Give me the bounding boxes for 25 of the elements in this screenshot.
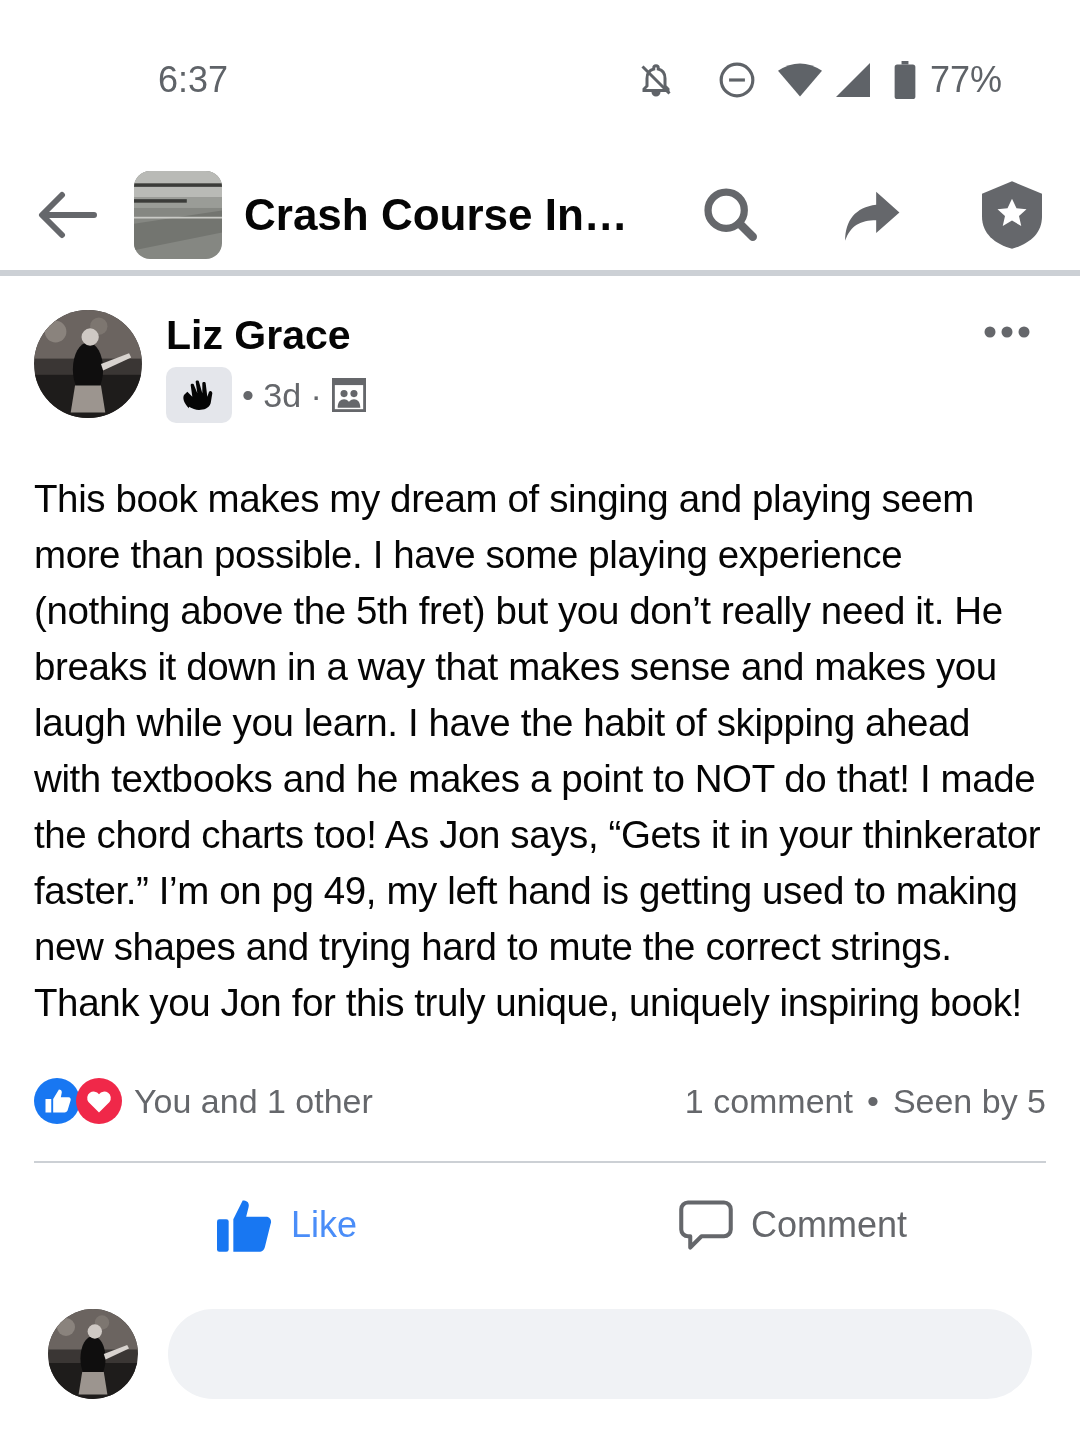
group-audience-icon: [331, 378, 366, 412]
battery-icon: [893, 61, 916, 99]
seen-count[interactable]: Seen by 5: [892, 1081, 1046, 1121]
group-title[interactable]: Crash Course In…: [244, 190, 702, 240]
search-icon[interactable]: [702, 186, 760, 244]
back-arrow-icon[interactable]: [38, 190, 98, 240]
signal-icon: [835, 63, 870, 97]
clock-time: 6:37: [158, 59, 229, 101]
reaction-summary[interactable]: You and 1 other: [134, 1081, 685, 1121]
like-reaction-icon: [34, 1078, 80, 1124]
shield-star-icon[interactable]: [982, 181, 1042, 249]
post-time: • 3d ·: [242, 375, 322, 415]
do-not-disturb-icon: [717, 61, 756, 99]
speech-bubble-icon: [678, 1198, 733, 1252]
thumbs-up-icon: [216, 1198, 273, 1252]
wifi-icon: [777, 63, 822, 97]
like-button[interactable]: Like: [34, 1163, 540, 1287]
more-options-icon[interactable]: [984, 326, 1030, 338]
battery-percent: 77%: [929, 59, 1002, 101]
separator-dot: •: [866, 1081, 879, 1121]
post-text: This book makes my dream of singing and playing seem more than possible. I have some playing experience (nothing above the 5th fret) but you don’t really need it. He breaks it down in a way that makes sense and makes you laugh while you learn. I have the habit of skipping ahead with textbooks and he makes a point to NOT do that! I made the chord charts too! As Jon says, “Gets it in your thinkerator faster.” I’m on pg 49, my left hand is getting used to making new shapes and trying hard to mute the correct strings. Thank you Jon for this truly unique, uniquely inspiring book!: [34, 476, 1042, 1026]
comment-button[interactable]: Comment: [540, 1163, 1046, 1287]
author-name[interactable]: Liz Grace: [166, 312, 984, 359]
comment-count[interactable]: 1 comment: [684, 1081, 853, 1121]
love-reaction-icon: [76, 1078, 122, 1124]
